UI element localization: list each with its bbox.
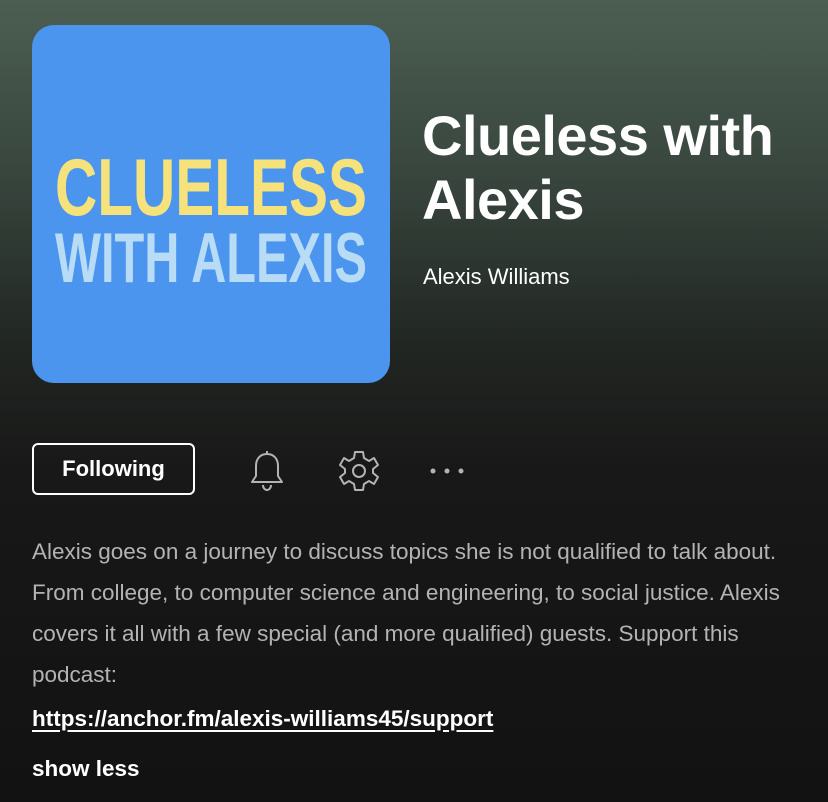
notifications-button[interactable] xyxy=(243,447,291,495)
following-button[interactable]: Following xyxy=(32,443,195,495)
podcast-cover-art: CLUELESS WITH ALEXIS xyxy=(32,25,390,383)
cover-line2: WITH ALEXIS xyxy=(55,219,367,297)
podcast-title: Clueless with Alexis xyxy=(422,104,774,231)
settings-button[interactable] xyxy=(335,447,383,495)
podcast-description: Alexis goes on a journey to discuss topi… xyxy=(32,539,780,687)
show-less-button[interactable]: show less xyxy=(32,748,140,789)
more-options-button[interactable] xyxy=(423,447,471,495)
gear-icon xyxy=(339,451,379,491)
support-link[interactable]: https://anchor.fm/alexis-williams45/supp… xyxy=(32,698,493,739)
bell-icon xyxy=(251,451,283,492)
more-horizontal-icon xyxy=(430,468,464,474)
podcast-author[interactable]: Alexis Williams xyxy=(423,263,570,291)
cover-logo: CLUELESS WITH ALEXIS xyxy=(55,143,367,298)
